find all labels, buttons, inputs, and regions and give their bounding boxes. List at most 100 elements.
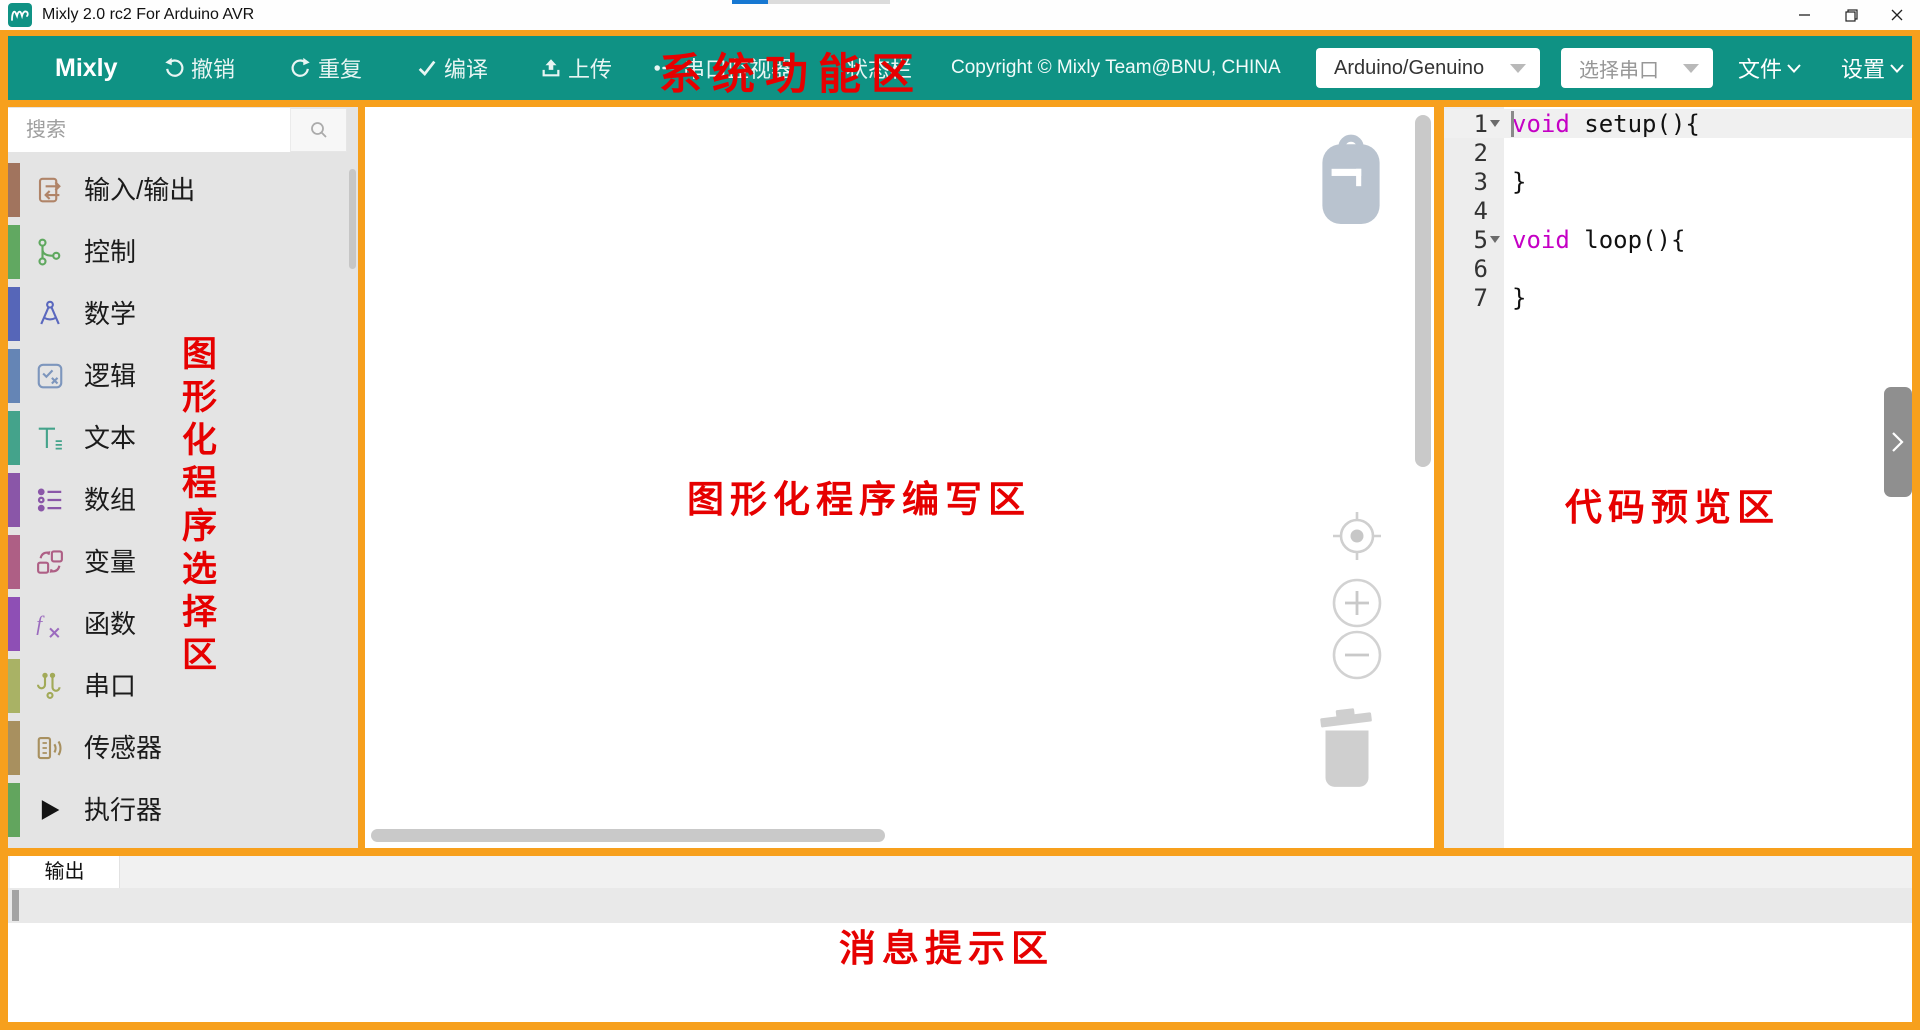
category-list: 输入/输出 控制: [8, 159, 358, 841]
category-color-bar: [8, 287, 20, 341]
upload-label: 上传: [568, 52, 612, 84]
annotation-block-editing-area: 图形化程序编写区: [687, 469, 1031, 523]
category-color-bar: [8, 783, 20, 837]
message-input-strip[interactable]: [8, 888, 1912, 923]
input-output-icon: [34, 174, 66, 206]
board-select[interactable]: Arduino/Genuino: [1316, 48, 1540, 88]
sidebar-item-input-output[interactable]: 输入/输出: [8, 159, 358, 221]
chevron-right-icon: [1891, 431, 1905, 453]
block-category-sidebar: 输入/输出 控制: [8, 107, 358, 848]
port-select[interactable]: 选择串口: [1561, 48, 1713, 88]
mixly-logo-icon: [8, 3, 32, 27]
sidebar-item-logic[interactable]: 逻辑: [8, 345, 358, 407]
sidebar-item-label: 输入/输出: [84, 159, 195, 221]
sidebar-item-control[interactable]: 控制: [8, 221, 358, 283]
code-line: 7 }: [1444, 283, 1912, 312]
canvas-vertical-scrollbar[interactable]: [1415, 115, 1431, 467]
tab-output[interactable]: 输出: [10, 856, 120, 888]
window-title: Mixly 2.0 rc2 For Arduino AVR: [42, 0, 254, 30]
search-button[interactable]: [290, 108, 347, 152]
sidebar-item-math[interactable]: 数学: [8, 283, 358, 345]
category-color-bar: [8, 225, 20, 279]
main-toolbar: Mixly 撤销 重复 编译: [8, 36, 1912, 100]
compile-button[interactable]: 编译: [416, 36, 488, 100]
sidebar-item-sensor[interactable]: 传感器: [8, 717, 358, 779]
sidebar-item-label: 文本: [84, 407, 136, 469]
chevron-down-icon: [1683, 64, 1699, 73]
top-progress-strip: [732, 0, 768, 4]
restore-icon: [1845, 9, 1858, 22]
close-button[interactable]: [1874, 0, 1920, 30]
category-color-bar: [8, 721, 20, 775]
undo-button[interactable]: 撤销: [163, 36, 235, 100]
fold-toggle-icon[interactable]: [1488, 236, 1502, 243]
settings-menu-label: 设置: [1841, 52, 1885, 84]
text-cursor: [1511, 111, 1514, 137]
sidebar-item-label: 数学: [84, 283, 136, 345]
block-workspace[interactable]: 图形化程序编写区: [365, 107, 1434, 848]
line-number: 6: [1444, 255, 1488, 283]
redo-button[interactable]: 重复: [290, 36, 362, 100]
control-icon: [34, 236, 66, 268]
actuator-play-icon: [34, 794, 66, 826]
code-text: }: [1512, 284, 1526, 312]
sidebar-item-label: 传感器: [84, 717, 162, 779]
variable-swap-icon: [34, 546, 66, 578]
line-number: 7: [1444, 284, 1488, 312]
settings-menu[interactable]: 设置: [1841, 36, 1904, 100]
annotation-code-preview-area: 代码预览区: [1565, 477, 1780, 531]
text-icon: [34, 422, 66, 454]
math-compass-icon: [34, 298, 66, 330]
sensor-icon: [34, 732, 66, 764]
sidebar-item-actuator[interactable]: 执行器: [8, 779, 358, 841]
search-icon: [309, 120, 329, 140]
status-bar-button[interactable]: 状态栏: [846, 36, 912, 100]
compile-label: 编译: [444, 52, 488, 84]
output-tabbar: 输出: [8, 856, 1912, 888]
upload-button[interactable]: 上传: [540, 36, 612, 100]
zoom-out-button[interactable]: [1329, 627, 1385, 683]
sidebar-item-label: 执行器: [84, 779, 162, 841]
code-lines: 1 void setup(){ 2 3 } 4: [1444, 109, 1912, 312]
line-number: 1: [1444, 110, 1488, 138]
sidebar-scrollbar[interactable]: [349, 169, 356, 269]
serial-monitor-button[interactable]: 串口监视器: [653, 36, 793, 100]
sidebar-item-variable[interactable]: 变量: [8, 531, 358, 593]
port-select-value: 选择串口: [1579, 54, 1659, 83]
code-text: setup(){: [1570, 110, 1700, 138]
center-view-button[interactable]: [1329, 508, 1385, 564]
undo-label: 撤销: [191, 52, 235, 84]
window-controls: [1782, 0, 1920, 30]
canvas-horizontal-scrollbar[interactable]: [371, 829, 885, 842]
search-input[interactable]: [8, 108, 290, 152]
sidebar-item-function[interactable]: f 函数: [8, 593, 358, 655]
redo-label: 重复: [318, 52, 362, 84]
backpack-icon[interactable]: [1320, 131, 1382, 225]
fold-toggle-icon[interactable]: [1488, 120, 1502, 127]
code-line: 6: [1444, 254, 1912, 283]
undo-icon: [163, 57, 185, 79]
upload-icon: [540, 57, 562, 79]
zoom-in-button[interactable]: [1329, 575, 1385, 631]
sidebar-item-label: 数组: [84, 469, 136, 531]
file-menu[interactable]: 文件: [1738, 36, 1801, 100]
sidebar-item-text[interactable]: 文本: [8, 407, 358, 469]
sidebar-item-label: 控制: [84, 221, 136, 283]
annotation-message-area: 消息提示区: [839, 918, 1054, 972]
serial-port-icon: [34, 670, 66, 702]
restore-button[interactable]: [1828, 0, 1874, 30]
category-color-bar: [8, 349, 20, 403]
code-text: }: [1512, 168, 1526, 196]
sidebar-item-serial[interactable]: 串口: [8, 655, 358, 717]
app-frame: Mixly 撤销 重复 编译: [0, 30, 1920, 1030]
trash-icon[interactable]: [1316, 707, 1378, 793]
minimize-button[interactable]: [1782, 0, 1828, 30]
panel-expand-handle[interactable]: [1884, 387, 1912, 497]
sidebar-item-label: 变量: [84, 531, 136, 593]
checkmark-icon: [416, 57, 438, 79]
sidebar-item-label: 逻辑: [84, 345, 136, 407]
sidebar-item-array[interactable]: 数组: [8, 469, 358, 531]
code-keyword: void: [1512, 226, 1570, 254]
sidebar-item-label: 函数: [84, 593, 136, 655]
line-number: 2: [1444, 139, 1488, 167]
